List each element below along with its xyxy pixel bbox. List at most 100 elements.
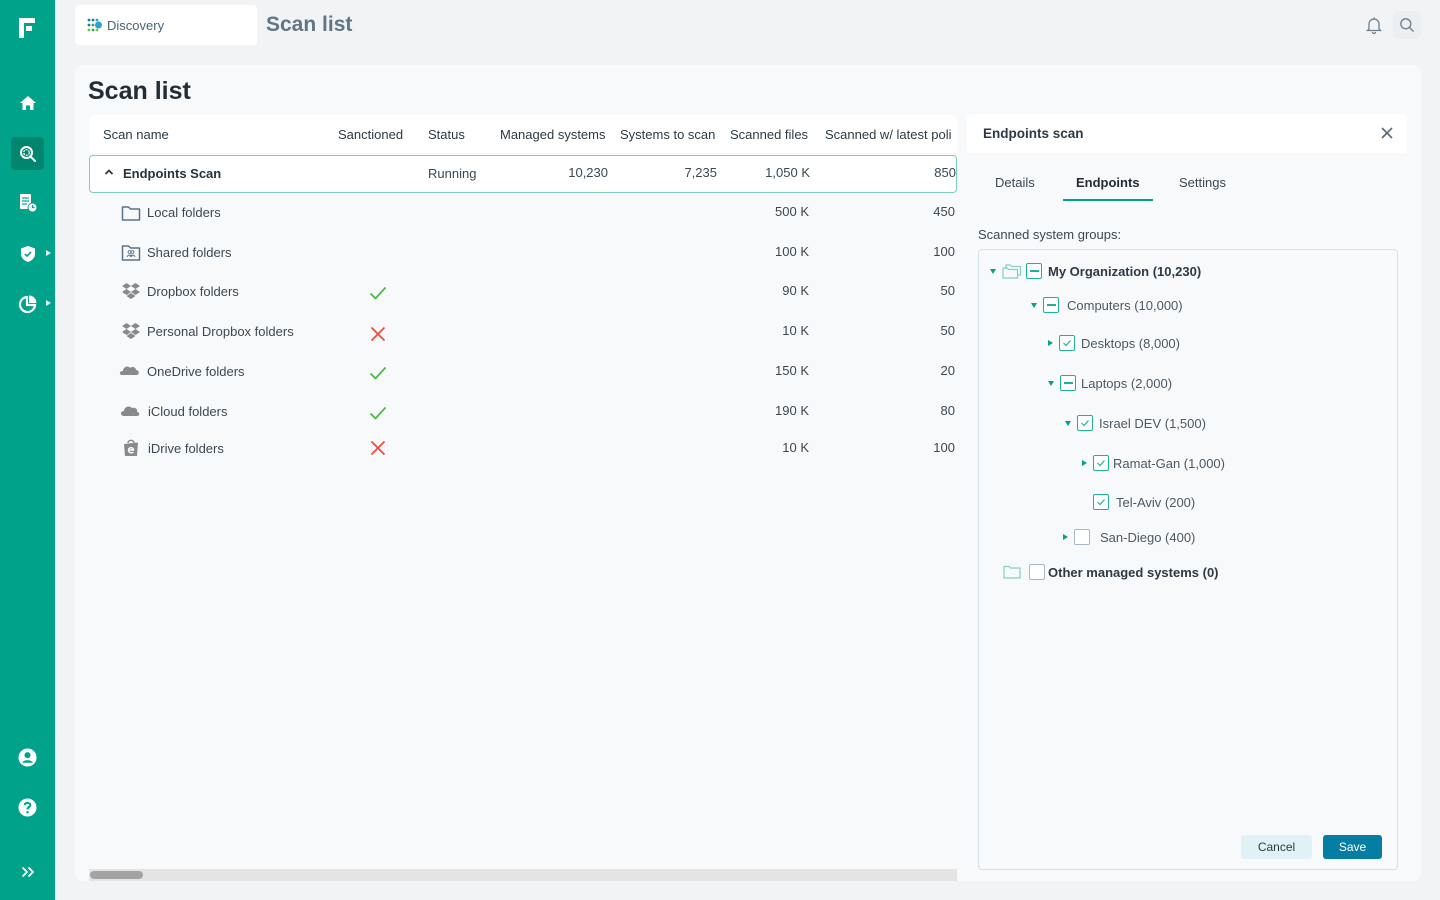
endpoints-scan-panel: Endpoints scan Details Endpoints Setting… (967, 114, 1407, 874)
table-row[interactable]: OneDrive folders 150 K 20 (89, 359, 957, 397)
chevron-up-icon[interactable] (104, 168, 114, 176)
table-row[interactable]: iCloud folders 190 K 80 (89, 399, 957, 437)
checkbox-partial[interactable] (1026, 263, 1042, 279)
scanned-files: 10 K (782, 323, 809, 338)
checkbox-partial[interactable] (1060, 375, 1076, 391)
report-clock-icon (19, 193, 37, 212)
table-row[interactable]: Personal Dropbox folders 10 K 50 (89, 319, 957, 357)
sidebar-item-home[interactable] (11, 86, 44, 119)
scrollbar-thumb[interactable] (90, 871, 143, 879)
tree-node-other-managed-systems[interactable]: Other managed systems (0) (1003, 561, 1219, 583)
tree-node-laptops[interactable]: Laptops (2,000) (1048, 372, 1172, 394)
onedrive-icon (119, 366, 139, 375)
folder-icon (1003, 565, 1021, 579)
tree-node-tel-aviv[interactable]: Tel-Aviv (200) (1093, 491, 1195, 513)
tab-endpoints[interactable]: Endpoints (1076, 175, 1140, 190)
table-row[interactable]: Dropbox folders 90 K 50 (89, 279, 957, 317)
tree-node-computers[interactable]: Computers (10,000) (1031, 294, 1183, 316)
sidebar-item-protection[interactable] (11, 237, 44, 270)
shield-check-icon (20, 245, 35, 262)
table-row[interactable]: Shared folders 100 K 100 (89, 240, 957, 278)
save-button[interactable]: Save (1323, 835, 1382, 859)
tree-node-desktops[interactable]: Desktops (8,000) (1048, 332, 1180, 354)
caret-down-icon[interactable] (990, 268, 996, 274)
analytics-submenu-caret-icon[interactable] (46, 300, 51, 306)
scanned-latest-policy: 100 (933, 244, 955, 259)
row-name: iCloud folders (148, 404, 228, 419)
column-header-scan-name[interactable]: Scan name (103, 127, 169, 142)
close-icon[interactable] (1380, 126, 1394, 140)
caret-right-icon[interactable] (1063, 534, 1068, 540)
column-header-managed-systems[interactable]: Managed systems (500, 127, 606, 142)
caret-right-icon[interactable] (1082, 460, 1087, 466)
scanned-latest-policy: 50 (940, 283, 955, 298)
horizontal-scrollbar[interactable] (89, 869, 957, 881)
caret-right-icon[interactable] (1048, 340, 1053, 346)
tree-node-san-diego[interactable]: San-Diego (400) (1063, 526, 1195, 548)
page-title: Scan list (88, 77, 191, 105)
sidebar-expand-button[interactable] (11, 855, 44, 888)
f-logo[interactable] (17, 16, 37, 40)
scanned-latest-policy: 80 (940, 403, 955, 418)
checkbox-checked[interactable] (1093, 455, 1109, 471)
column-header-sanctioned[interactable]: Sanctioned (338, 127, 403, 142)
tree-node-label: Computers (10,000) (1067, 297, 1183, 313)
row-name: Personal Dropbox folders (147, 324, 294, 339)
column-header-status[interactable]: Status (428, 127, 465, 142)
table-row-endpoints-scan[interactable]: Endpoints Scan Running 10,230 7,235 1,05… (89, 155, 957, 193)
tree-node-label: Israel DEV (1,500) (1099, 415, 1206, 431)
checkbox-unchecked[interactable] (1029, 564, 1045, 580)
tree-node-label: Tel-Aviv (200) (1116, 494, 1196, 510)
tree-node-label: Desktops (8,000) (1081, 335, 1180, 351)
table-header: Scan name Sanctioned Status Managed syst… (89, 115, 957, 153)
tree-node-israel-dev[interactable]: Israel DEV (1,500) (1065, 412, 1206, 434)
tree-node-ramat-gan[interactable]: Ramat-Gan (1,000) (1082, 452, 1225, 474)
cross-icon (370, 326, 386, 342)
bell-icon[interactable] (1364, 15, 1384, 35)
protection-submenu-caret-icon[interactable] (46, 250, 51, 256)
tree-node-my-organization[interactable]: My Organization (10,230) (990, 260, 1201, 282)
checkbox-checked[interactable] (1093, 494, 1109, 510)
scan-status: Running (428, 166, 477, 181)
tree-node-label: My Organization (10,230) (1048, 263, 1202, 279)
sidebar-item-analytics[interactable] (11, 287, 44, 320)
panel-header: Endpoints scan (967, 114, 1407, 153)
panel-title: Endpoints scan (983, 126, 1084, 141)
scanned-files: 150 K (775, 363, 809, 378)
checkbox-checked[interactable] (1059, 335, 1075, 351)
tab-settings[interactable]: Settings (1179, 175, 1226, 190)
managed-systems: 10,230 (568, 165, 608, 180)
tab-details[interactable]: Details (995, 175, 1035, 190)
column-header-systems-to-scan[interactable]: Systems to scan (620, 127, 715, 142)
sidebar-item-reports[interactable] (11, 186, 44, 219)
scanned-latest-policy: 850 (934, 165, 956, 180)
user-icon (18, 748, 37, 767)
column-header-scanned-latest-policy[interactable]: Scanned w/ latest poli (825, 127, 957, 142)
sidebar (0, 0, 55, 900)
sidebar-item-help[interactable] (11, 791, 44, 824)
app-switcher[interactable]: Discovery (75, 5, 257, 45)
checkbox-checked[interactable] (1077, 415, 1093, 431)
table-row[interactable]: Local folders 500 K 450 (89, 200, 957, 238)
sidebar-item-discovery[interactable] (11, 137, 44, 170)
help-icon (18, 798, 37, 817)
sidebar-item-account[interactable] (11, 741, 44, 774)
column-header-scanned-files[interactable]: Scanned files (730, 127, 808, 142)
caret-down-icon[interactable] (1065, 420, 1071, 426)
header-search-button[interactable] (1393, 11, 1421, 39)
cancel-button[interactable]: Cancel (1241, 835, 1312, 859)
check-icon (369, 406, 387, 420)
checkbox-partial[interactable] (1043, 297, 1059, 313)
table-row[interactable]: iDrive folders 10 K 100 (89, 436, 957, 474)
caret-down-icon[interactable] (1031, 302, 1037, 308)
folder-icon (121, 206, 141, 221)
main-card: Scan list Scan name Sanctioned Status Ma… (75, 65, 1421, 881)
row-name: iDrive folders (148, 441, 224, 456)
checkbox-unchecked[interactable] (1074, 529, 1090, 545)
double-chevron-right-icon (21, 866, 34, 877)
caret-down-icon[interactable] (1048, 380, 1054, 386)
scanned-latest-policy: 100 (933, 440, 955, 455)
check-icon (369, 366, 387, 380)
scanned-groups-label: Scanned system groups: (978, 227, 1122, 242)
check-icon (369, 286, 387, 300)
